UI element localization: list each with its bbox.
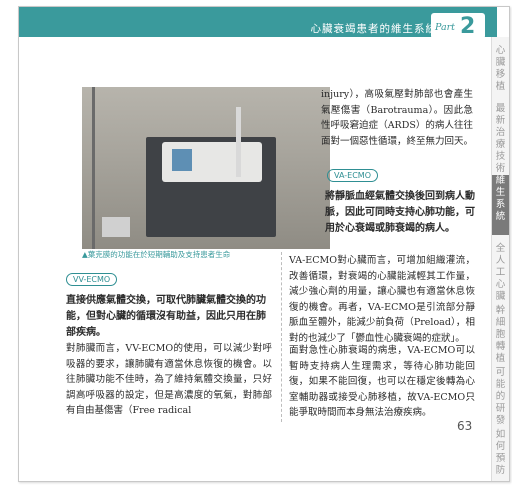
part-badge: Part 2 [431, 13, 485, 39]
side-item-prevention: 如何預防 [495, 429, 506, 476]
page-number: 63 [457, 419, 473, 433]
side-item-artificial-heart: 全人工心臟 [495, 243, 506, 302]
va-ecmo-lead: 將靜脈血經氣體交換後回到病人動脈，因此可同時支持心肺功能，可用於心衰竭或肺衰竭的… [325, 191, 475, 234]
part-number: 2 [460, 14, 476, 39]
right-continuation: injury），高吸氣壓對肺部也會產生氣壓傷害（Barotrauma）。因此急性… [321, 89, 474, 147]
vv-ecmo-body: 對肺臟而言，VV-ECMO的使用，可以減少對呼吸器的要求，讓肺臟有適當休息恢復的… [66, 343, 272, 416]
ecmo-photo [82, 87, 330, 249]
part-label: Part [435, 22, 455, 33]
side-item-research: 可能的研發 [495, 367, 506, 426]
va-ecmo-label: VA-ECMO [327, 169, 378, 182]
va-ecmo-body-1: VA-ECMO對心臟而言，可增加組織灌流，改善循環，對衰竭的心臟能減輕其工作量，… [289, 255, 475, 344]
side-item-life-support: 維生系統 [492, 175, 509, 235]
side-thumb-index: 心臟移植 最新治療技術 維生系統 全人工心臟 幹細胞轉植 可能的研發 如何預防 [491, 37, 509, 481]
column-divider [281, 252, 282, 422]
figure-caption: ▲葉克膜的功能在於短期輔助及支持患者生命 [82, 250, 231, 259]
side-item-heart-transplant: 心臟移植 [495, 45, 506, 92]
vv-ecmo-label: VV-ECMO [66, 273, 118, 286]
side-item-stem-cell: 幹細胞轉植 [495, 305, 506, 364]
va-ecmo-body-2: 面對急性心肺衰竭的病患，VA-ECMO可以暫時支持病人生理需求，等待心肺功能回復… [289, 345, 475, 418]
side-item-latest-tech: 最新治療技術 [495, 103, 506, 174]
vv-ecmo-lead: 直接供應氣體交換，可取代肺臟氣體交換的功能，但對心臟的循環沒有助益，因此只用在肺… [66, 295, 266, 338]
header-bar: 心臟衰竭患者的維生系統 Part 2 [19, 7, 497, 39]
chapter-title: 心臟衰竭患者的維生系統 [310, 23, 437, 35]
book-page: 心臟衰竭患者的維生系統 Part 2 心臟移植 最新治療技術 維生系統 全人工心… [18, 6, 510, 482]
